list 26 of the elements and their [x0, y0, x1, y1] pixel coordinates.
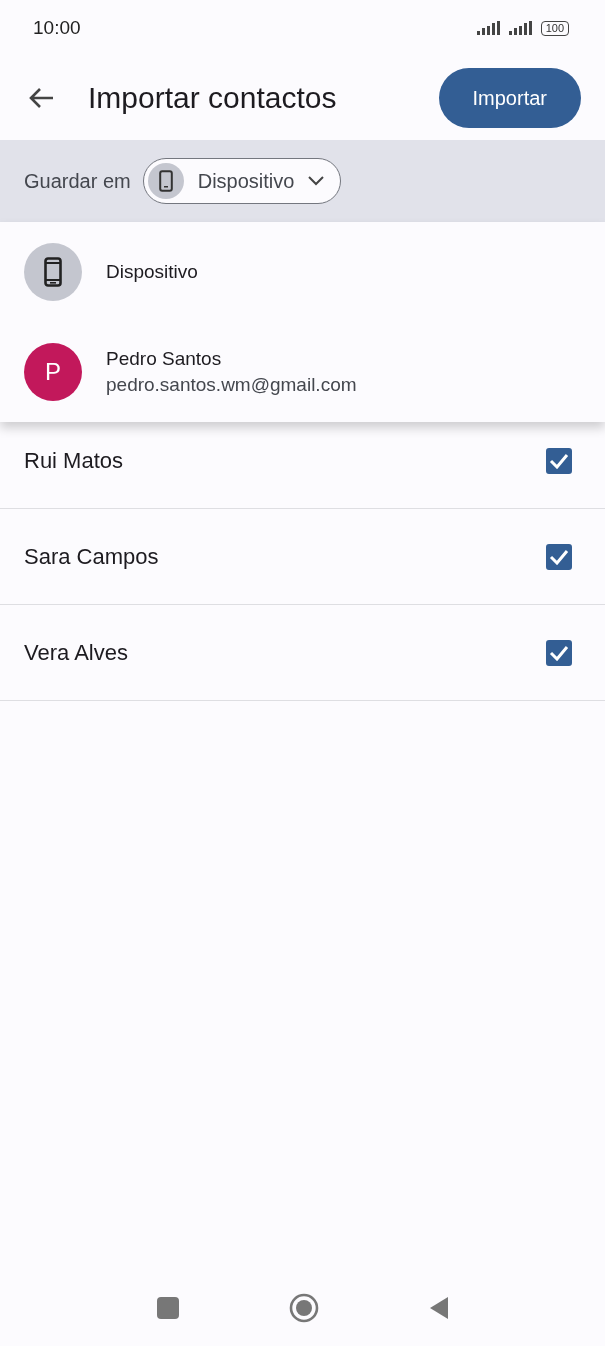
account-email: pedro.santos.wm@gmail.com: [106, 374, 357, 396]
account-dropdown[interactable]: Dispositivo: [142, 158, 342, 204]
checkbox[interactable]: [546, 639, 572, 666]
recents-button[interactable]: [156, 1297, 179, 1319]
menu-item-title: Dispositivo: [106, 261, 198, 283]
signal-icon: [476, 21, 503, 35]
contact-name: Rui Matos: [24, 447, 124, 474]
phone-icon: [158, 170, 173, 192]
account-avatar: P: [24, 343, 82, 401]
contact-name: Vera Alves: [24, 639, 128, 666]
account-menu-item[interactable]: Dispositivo: [0, 222, 605, 322]
clock: 10:00: [33, 17, 81, 39]
battery-icon: 100: [540, 20, 569, 36]
contact-name: Sara Campos: [24, 543, 159, 570]
menu-item-title: Pedro Santos: [106, 348, 223, 370]
chevron-icon: [308, 176, 325, 186]
save-label: Guardar em: [24, 169, 131, 193]
screen-title: Importar contactos: [88, 81, 338, 115]
home-button[interactable]: [288, 1293, 319, 1323]
back-arrow-icon[interactable]: [28, 87, 54, 109]
account-menu-item[interactable]: P Pedro Santos pedro.santos.wm@gmail.com: [0, 322, 605, 422]
import-button[interactable]: Importar: [438, 68, 581, 128]
checkbox[interactable]: [546, 543, 572, 570]
back-button[interactable]: [428, 1296, 449, 1320]
signal-icon: [508, 21, 535, 35]
checkbox[interactable]: [546, 447, 572, 474]
